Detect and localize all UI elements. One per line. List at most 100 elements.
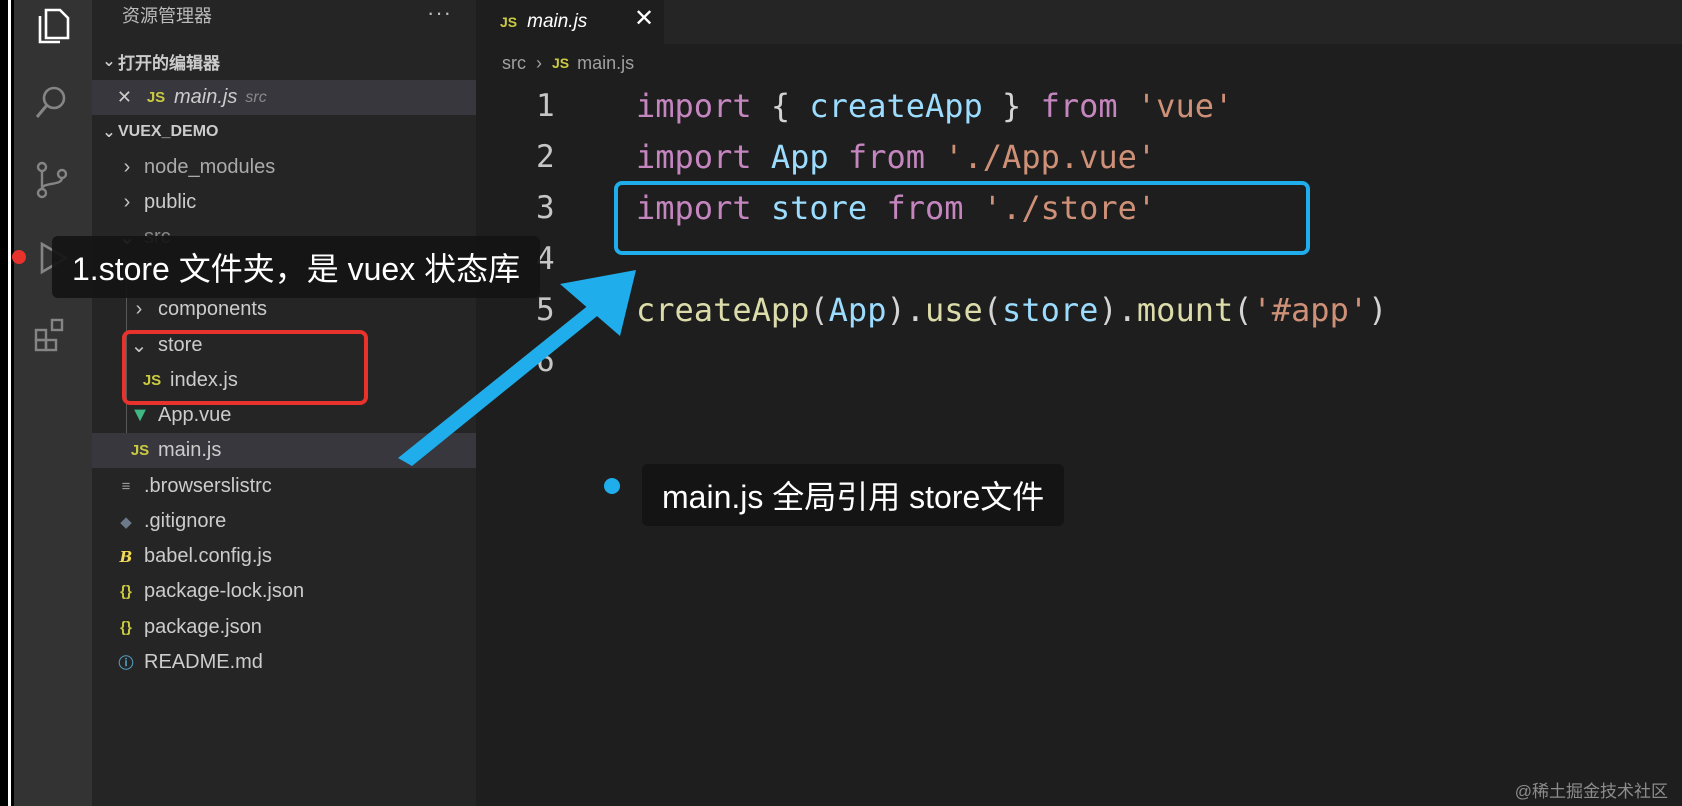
line-number: 1 — [536, 88, 555, 124]
tree-label: components — [158, 298, 267, 320]
code-line[interactable]: 2 import App from './App.vue' — [476, 132, 1682, 182]
open-editors-label: 打开的编辑器 — [118, 53, 220, 73]
window-edge — [0, 0, 14, 806]
line-number: 6 — [536, 343, 555, 379]
line-number: 3 — [536, 190, 555, 226]
breadcrumb-file[interactable]: main.js — [577, 53, 634, 74]
code-token: import — [636, 87, 752, 125]
tree-label: App.vue — [158, 404, 232, 426]
tree-label: .gitignore — [144, 510, 227, 532]
activity-bar — [14, 0, 92, 806]
tab-main-js[interactable]: JS main.js ✕ — [476, 0, 664, 44]
chevron-right-icon: › — [123, 156, 131, 178]
more-actions-icon[interactable]: ··· — [427, 0, 452, 26]
chevron-right-icon: › — [123, 191, 131, 213]
tree-item-readme[interactable]: ⓘ README.md — [92, 645, 476, 680]
code-token: } — [982, 87, 1041, 125]
code-text: import App from './App.vue' — [636, 138, 1156, 176]
chevron-down-icon: ⌄ — [102, 53, 116, 70]
code-token: from — [1040, 87, 1118, 125]
js-file-icon: JS — [130, 442, 150, 459]
tree-item-public[interactable]: › public — [92, 185, 476, 220]
highlight-box-store-folder — [122, 330, 368, 405]
open-editors-header[interactable]: ⌄ 打开的编辑器 — [92, 43, 476, 79]
code-token: 'vue' — [1136, 87, 1234, 125]
code-token: ( — [982, 291, 1003, 329]
code-token: createApp — [636, 291, 810, 329]
source-control-icon[interactable] — [30, 158, 74, 202]
code-token: use — [924, 291, 983, 329]
pointer-dot — [12, 250, 26, 264]
tab-bar: JS main.js ✕ — [476, 0, 1682, 44]
code-token: mount — [1136, 291, 1234, 329]
tree-item-gitignore[interactable]: ◆ .gitignore — [92, 504, 476, 539]
close-icon[interactable]: ✕ — [92, 87, 132, 108]
code-token: App — [828, 291, 887, 329]
tree-item-babel-config[interactable]: B babel.config.js — [92, 539, 476, 574]
code-line[interactable]: 5 createApp(App).use(store).mount('#app') — [476, 285, 1682, 335]
chevron-right-icon: › — [536, 52, 542, 73]
code-token: App — [770, 138, 829, 176]
code-line[interactable]: 1 import { createApp } from 'vue' — [476, 81, 1682, 131]
editor-area: JS main.js ✕ src › JS main.js 1 import { … — [476, 0, 1682, 806]
code-token: from — [847, 138, 925, 176]
callout-store: 1.store 文件夹，是 vuex 状态库 — [52, 236, 541, 298]
pointer-dot — [604, 478, 620, 494]
tree-item-browserslistrc[interactable]: ≡ .browserslistrc — [92, 469, 476, 504]
js-file-icon: JS — [552, 55, 570, 71]
code-line[interactable]: 6 — [476, 336, 1682, 386]
line-number: 4 — [536, 241, 555, 277]
open-editor-item[interactable]: ✕ JS main.js src — [92, 80, 476, 115]
code-token: ( — [1233, 291, 1253, 329]
tree-item-package-json[interactable]: {} package.json — [92, 610, 476, 645]
tree-item-node-modules[interactable]: › node_modules — [92, 150, 476, 185]
tree-label: main.js — [158, 439, 222, 461]
search-icon[interactable] — [30, 80, 74, 124]
line-number: 2 — [536, 139, 555, 175]
code-token: ). — [886, 291, 925, 329]
highlight-box-import-store — [614, 181, 1310, 255]
code-token: { — [751, 87, 810, 125]
code-token: ) — [1368, 291, 1388, 329]
tab-label: main.js — [527, 11, 588, 32]
close-icon[interactable]: ✕ — [634, 4, 654, 33]
tree-label: public — [144, 191, 197, 213]
tree-label: .browserslistrc — [144, 475, 272, 497]
tree-label: package.json — [144, 616, 262, 638]
open-editor-dir: src — [245, 88, 267, 106]
code-token: import — [636, 138, 752, 176]
code-token: createApp — [809, 87, 983, 125]
code-text: createApp(App).use(store).mount('#app') — [636, 291, 1387, 329]
breadcrumb: src › JS main.js — [502, 48, 634, 78]
tree-item-main-js[interactable]: JS main.js — [92, 433, 476, 468]
code-text: import { createApp } from 'vue' — [636, 87, 1233, 125]
js-file-icon: JS — [500, 14, 518, 30]
git-file-icon: ◆ — [120, 513, 132, 531]
code-token: '#app' — [1252, 291, 1369, 329]
code-token: ). — [1098, 291, 1137, 329]
vue-file-icon: ▼ — [130, 404, 150, 426]
chevron-right-icon: › — [135, 298, 143, 320]
tree-label: babel.config.js — [144, 545, 272, 567]
code-token: ( — [809, 291, 829, 329]
breadcrumb-folder[interactable]: src — [502, 53, 526, 74]
tree-label: README.md — [144, 651, 263, 673]
tree-label: node_modules — [144, 156, 276, 178]
js-file-icon: JS — [146, 89, 166, 106]
explorer-icon[interactable] — [30, 4, 74, 48]
json-file-icon: {} — [120, 619, 132, 636]
project-header[interactable]: ⌄ VUEX_DEMO — [92, 114, 476, 150]
open-editor-filename: main.js — [174, 86, 238, 108]
project-name: VUEX_DEMO — [118, 123, 219, 140]
code-token: store — [1002, 291, 1099, 329]
tree-item-package-lock[interactable]: {} package-lock.json — [92, 574, 476, 609]
explorer-title: 资源管理器 — [122, 6, 212, 26]
info-icon: ⓘ — [118, 655, 134, 672]
babel-file-icon: B — [119, 547, 133, 566]
callout-main: main.js 全局引用 store文件 — [642, 464, 1065, 526]
line-number: 5 — [536, 292, 555, 328]
extensions-icon[interactable] — [30, 312, 74, 356]
